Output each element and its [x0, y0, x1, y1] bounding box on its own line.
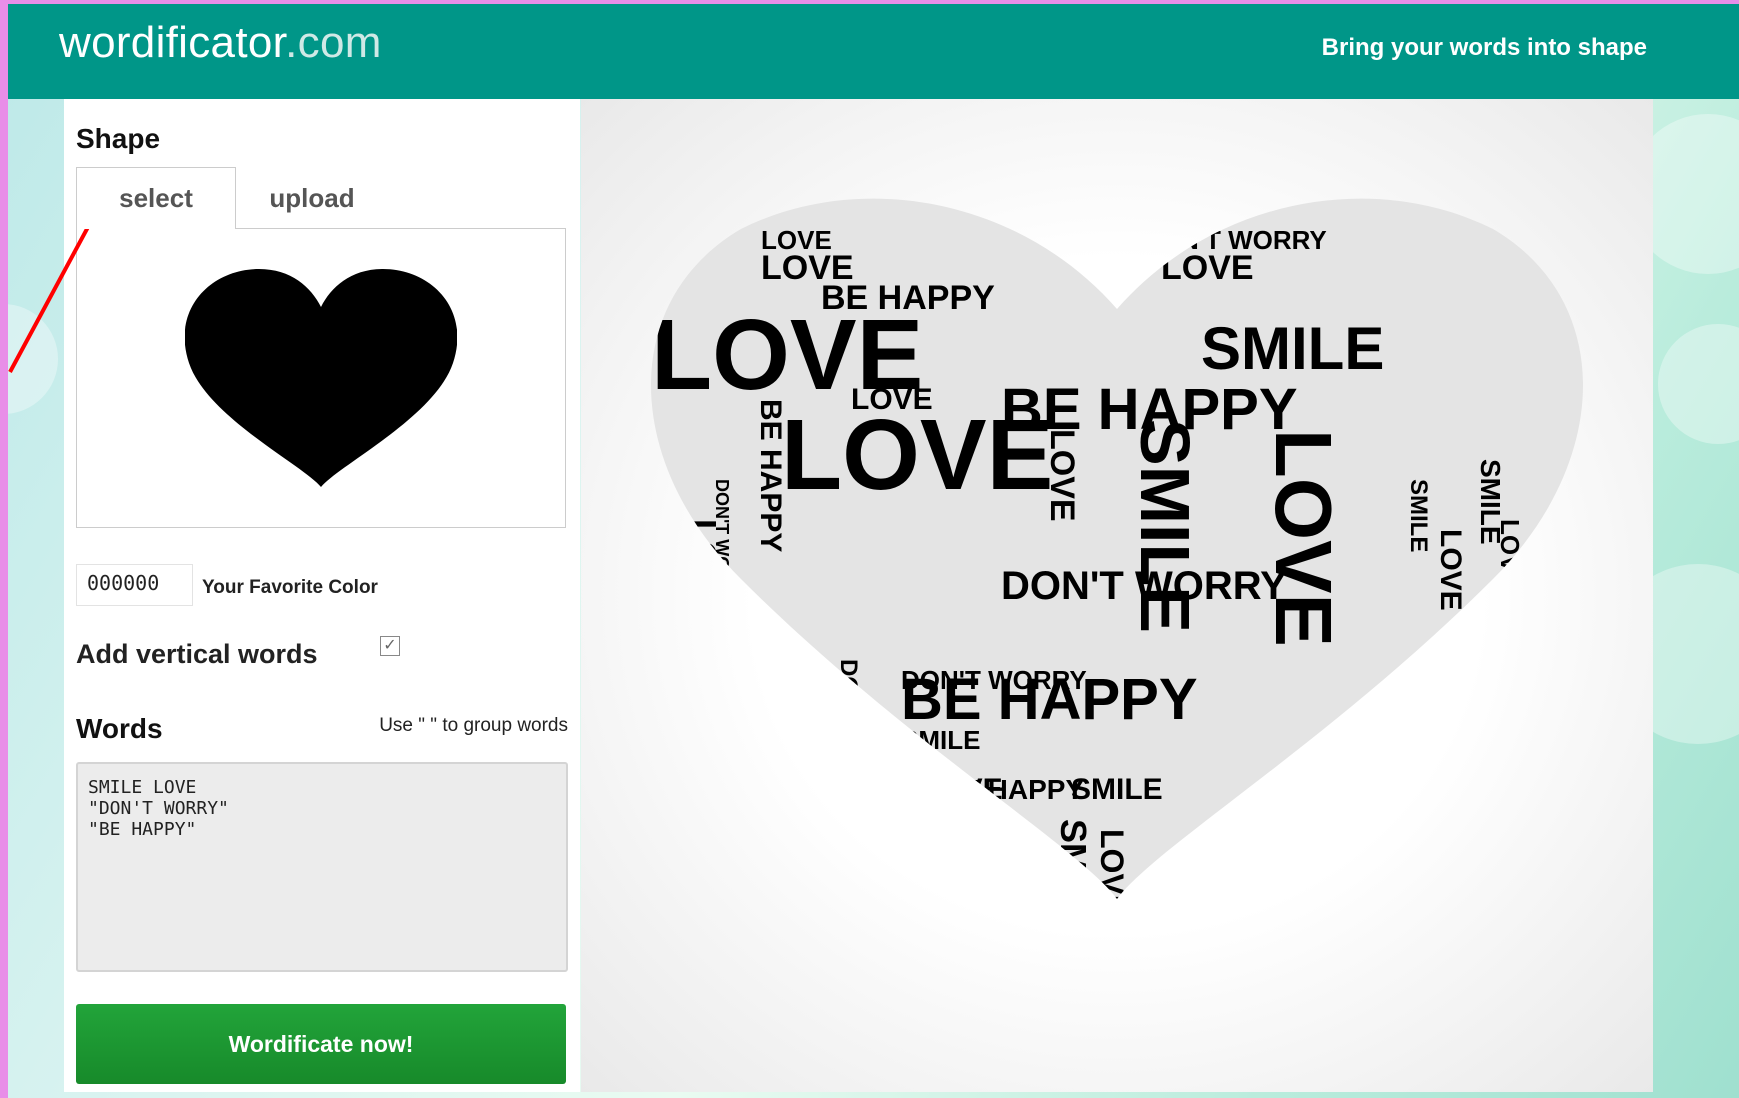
- wordcloud-preview: LOVE SMILE BE HAPPY DON'T WORRY LOVE BE HAPPY…: [581, 99, 1653, 1092]
- cloud-word: SMILE: [1071, 773, 1163, 806]
- words-hint: Use " " to group words: [379, 715, 568, 736]
- site-logo[interactable]: wordificator.com: [59, 18, 382, 68]
- cloud-word: DON'T WORRY: [712, 479, 732, 608]
- settings-panel: Shape select upload 000000 Your Favorite…: [64, 99, 580, 1092]
- bokeh-light: [8, 304, 58, 414]
- cloud-word: BE HAPPY: [941, 774, 1084, 805]
- tab-select[interactable]: select: [76, 167, 236, 229]
- cloud-word: LOVE: [1495, 519, 1525, 590]
- checkmark-icon: ✓: [383, 637, 397, 654]
- shape-picker[interactable]: [76, 228, 566, 528]
- cloud-word: DON'T WORRY: [835, 659, 862, 830]
- heart-fill-group: LOVE SMILEBE HAPPYDON'T WORRYLOVEBE HAPPY…: [651, 198, 1583, 929]
- tab-upload[interactable]: upload: [242, 167, 382, 229]
- cloud-word: LOVE: [1434, 529, 1467, 611]
- words-input[interactable]: SMILE LOVE "DON'T WORRY" "BE HAPPY": [76, 762, 568, 972]
- cloud-word: BE HAPPY: [821, 279, 995, 317]
- wordificate-button[interactable]: Wordificate now!: [76, 1004, 566, 1084]
- page-background: wordificator.com Bring your words into s…: [8, 4, 1739, 1098]
- vertical-words-checkbox[interactable]: ✓: [380, 636, 400, 656]
- heart-icon[interactable]: [185, 261, 457, 491]
- cloud-word: LOVE: [1161, 249, 1254, 287]
- cloud-word: LOVE: [1259, 429, 1348, 647]
- cloud-word: SMILE: [1053, 819, 1094, 929]
- cloud-word: LOVE: [851, 383, 933, 416]
- brand-tld: .com: [285, 18, 382, 67]
- cloud-word: SMILE: [901, 725, 980, 755]
- cloud-word: LOVE: [1094, 829, 1130, 916]
- color-label: Your Favorite Color: [202, 577, 378, 598]
- brand-name: wordificator: [59, 18, 286, 67]
- vertical-words-label: Add vertical words: [76, 639, 318, 669]
- color-input[interactable]: 000000: [76, 564, 193, 606]
- cloud-word: LOVE: [973, 819, 1014, 917]
- cloud-word: SMILE: [1405, 479, 1432, 552]
- shape-heading: Shape: [76, 123, 161, 154]
- site-tagline: Bring your words into shape: [1321, 34, 1647, 61]
- cloud-word: BE HAPPY: [782, 649, 824, 843]
- site-header: wordificator.com Bring your words into s…: [8, 4, 1739, 99]
- bokeh-light: [1658, 324, 1739, 444]
- cloud-word: SMILE: [1126, 419, 1204, 633]
- words-heading: Words: [76, 713, 163, 744]
- heart-word-cloud: LOVE SMILEBE HAPPYDON'T WORRYLOVEBE HAPPY…: [651, 198, 1583, 929]
- cloud-word: LOVE: [1043, 429, 1081, 522]
- cloud-word: SMILE: [1201, 315, 1384, 382]
- cloud-word: DON'T WORRY: [901, 665, 1087, 695]
- cloud-word: BE HAPPY: [754, 399, 787, 552]
